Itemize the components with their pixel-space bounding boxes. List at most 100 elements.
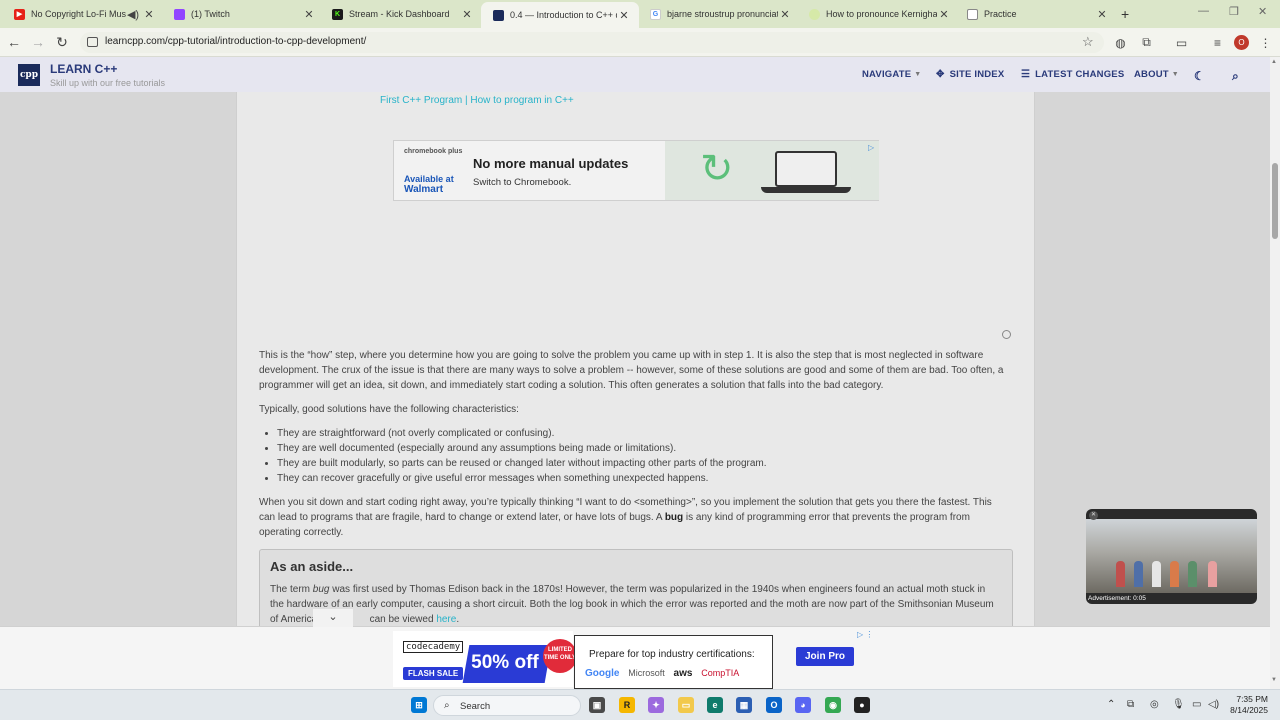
learncpp-icon	[493, 9, 504, 21]
more-menu-icon[interactable]: ⋮	[1258, 35, 1273, 50]
ad-settings-icon[interactable]	[1002, 330, 1011, 339]
twitch-icon	[174, 8, 185, 20]
tray-security-icon[interactable]: ◎	[1150, 699, 1159, 710]
network-icon[interactable]: ▭	[1192, 699, 1201, 710]
edge-icon[interactable]: e	[707, 697, 723, 713]
close-icon[interactable]: ✕	[778, 8, 792, 21]
close-icon[interactable]: ✕	[142, 8, 156, 21]
nav-site-index[interactable]: ✥ SITE INDEX	[936, 69, 1004, 80]
ad-headline: No more manual updates	[473, 156, 629, 171]
laptop-base	[761, 187, 851, 193]
discord-icon[interactable]: ◕	[795, 697, 811, 713]
youtube-icon: ▶	[14, 8, 25, 20]
search-icon: ⌕	[444, 700, 450, 711]
nav-label: NAVIGATE	[862, 69, 912, 80]
speaker-icon[interactable]: ◀)	[126, 8, 140, 21]
store-icon[interactable]: ▦	[736, 697, 752, 713]
tab-twitch[interactable]: (1) Twitch ✕	[162, 4, 322, 24]
file-explorer-icon[interactable]: ▭	[678, 697, 694, 713]
outlook-icon[interactable]: O	[766, 697, 782, 713]
close-icon[interactable]: ✕	[302, 8, 316, 21]
windows-start-icon[interactable]: ⊞	[411, 697, 427, 713]
chromebook-ad-banner[interactable]: chromebook plus Available at Walmart No …	[393, 140, 879, 201]
dark-mode-moon-icon[interactable]: ☾	[1194, 69, 1205, 83]
bookmark-star-icon[interactable]: ☆	[1082, 34, 1094, 50]
ad-subline: Switch to Chromebook.	[473, 177, 572, 188]
nav-navigate[interactable]: NAVIGATE ▼	[862, 69, 921, 80]
site-tagline: Skill up with our free tutorials	[50, 78, 166, 88]
app-r-icon[interactable]: R	[619, 697, 635, 713]
close-icon[interactable]: ✕	[1095, 8, 1109, 21]
video-frame	[1086, 519, 1257, 593]
codecademy-logo: codecademy	[403, 641, 464, 653]
browser-toolbar: ← → ↻ learncpp.com/cpp-tutorial/introduc…	[0, 28, 1280, 57]
new-tab-plus-icon[interactable]: +	[1121, 6, 1129, 22]
taskbar-clock[interactable]: 7:35 PM 8/14/2025	[1228, 694, 1268, 716]
site-logo[interactable]: cpp	[18, 64, 40, 86]
extension-puzzle-grey-icon[interactable]: ◍	[1113, 35, 1128, 50]
extensions-icon[interactable]: ⧉	[1139, 35, 1154, 50]
codecademy-ad-right[interactable]: Prepare for top industry certifications:…	[574, 635, 773, 689]
back-arrow-icon[interactable]: ←	[6, 34, 22, 50]
close-icon[interactable]: ✕	[617, 9, 631, 22]
close-window-icon[interactable]: ✕	[1258, 5, 1267, 18]
collapse-ad-chevron-icon[interactable]: ⌄	[313, 609, 353, 627]
previous-lesson-link[interactable]: First C++ Program | How to program in C+…	[380, 95, 574, 106]
tray-app-icon[interactable]: ⧉	[1127, 699, 1134, 710]
join-pro-button[interactable]: Join Pro	[796, 647, 855, 666]
tab-google-search[interactable]: G bjarne stroustrup pronunciatio ✕	[638, 4, 798, 24]
paragraph-good-solutions: Typically, good solutions have the follo…	[259, 404, 519, 415]
tab-practice[interactable]: Practice ✕	[955, 4, 1115, 24]
scroll-up-icon[interactable]: ▲	[1271, 59, 1277, 65]
cast-icon[interactable]: ▭	[1174, 35, 1189, 50]
close-icon[interactable]: ✕	[460, 8, 474, 21]
copilot-icon[interactable]: ✦	[648, 697, 664, 713]
volume-icon[interactable]: ◁)	[1208, 699, 1219, 710]
site-info-icon[interactable]	[87, 37, 98, 47]
reload-icon[interactable]: ↻	[54, 34, 70, 51]
aside-here-link[interactable]: here	[436, 614, 456, 625]
page-scrollbar[interactable]: ▲ ▼	[1270, 57, 1280, 689]
scrollbar-thumb[interactable]	[1272, 163, 1278, 239]
profile-avatar[interactable]: O	[1234, 35, 1249, 50]
nav-about[interactable]: ABOUT ▼	[1134, 69, 1179, 80]
tab-learncpp[interactable]: 0.4 — Introduction to C++ dev ✕	[481, 2, 639, 28]
site-brand[interactable]: LEARN C++	[50, 62, 117, 76]
app-dark-icon[interactable]: ●	[854, 697, 870, 713]
search-icon[interactable]: ⌕	[1232, 69, 1239, 84]
taskbar-search-box[interactable]: ⌕ Search	[433, 695, 581, 716]
nav-label: ABOUT	[1134, 69, 1169, 80]
forward-arrow-icon[interactable]: →	[30, 34, 46, 50]
clock-time: 7:35 PM	[1236, 694, 1268, 704]
chrome-icon[interactable]: ◉	[825, 697, 841, 713]
tab-label: bjarne stroustrup pronunciatio	[667, 9, 778, 19]
page-icon	[967, 8, 978, 20]
media-control-icon[interactable]: ≡	[1210, 35, 1225, 50]
close-icon[interactable]: ✕	[1089, 511, 1098, 520]
adchoices-icon[interactable]: ▷	[868, 143, 874, 152]
nav-latest-changes[interactable]: ☰ LATEST CHANGES	[1021, 69, 1124, 80]
address-bar[interactable]: learncpp.com/cpp-tutorial/introduction-t…	[80, 32, 1104, 53]
tab-lofi-music[interactable]: ▶ No Copyright Lo-Fi Music 2 ◀) ✕	[2, 4, 162, 24]
tab-pronounce[interactable]: How to pronounce Kernighan | ✕	[797, 4, 957, 24]
url-text[interactable]: learncpp.com/cpp-tutorial/introduction-t…	[105, 36, 366, 47]
close-icon[interactable]: ✕	[937, 8, 951, 21]
adchoices-icon[interactable]: ▷ ⋮	[857, 630, 873, 639]
list-icon: ☰	[1021, 69, 1031, 80]
kick-icon: K	[332, 8, 343, 20]
tray-chevron-up-icon[interactable]: ⌃	[1107, 699, 1115, 710]
paragraph-how-step: This is the “how” step, where you determ…	[259, 350, 1004, 391]
video-ad-player[interactable]: ✕ Advertisement: 0:05	[1086, 509, 1257, 604]
refresh-icon: ↻	[700, 147, 734, 191]
microphone-icon[interactable]: 🎙	[1172, 699, 1185, 710]
maximize-icon[interactable]: ❐	[1229, 5, 1239, 18]
tab-kick[interactable]: K Stream - Kick Dashboard ✕	[320, 4, 480, 24]
minimize-icon[interactable]: —	[1198, 5, 1209, 17]
task-view-icon[interactable]: ▣	[589, 697, 605, 713]
characteristics-list: They are straightforward (not overly com…	[277, 426, 767, 486]
howjsay-icon	[809, 8, 820, 20]
codecademy-ad-left[interactable]: codecademy FLASH SALE 50% off LIMITED TI…	[393, 631, 577, 687]
browser-tab-strip: ▶ No Copyright Lo-Fi Music 2 ◀) ✕ (1) Tw…	[0, 0, 1280, 28]
aside-title: As an aside...	[270, 559, 354, 574]
scroll-down-icon[interactable]: ▼	[1271, 677, 1277, 683]
